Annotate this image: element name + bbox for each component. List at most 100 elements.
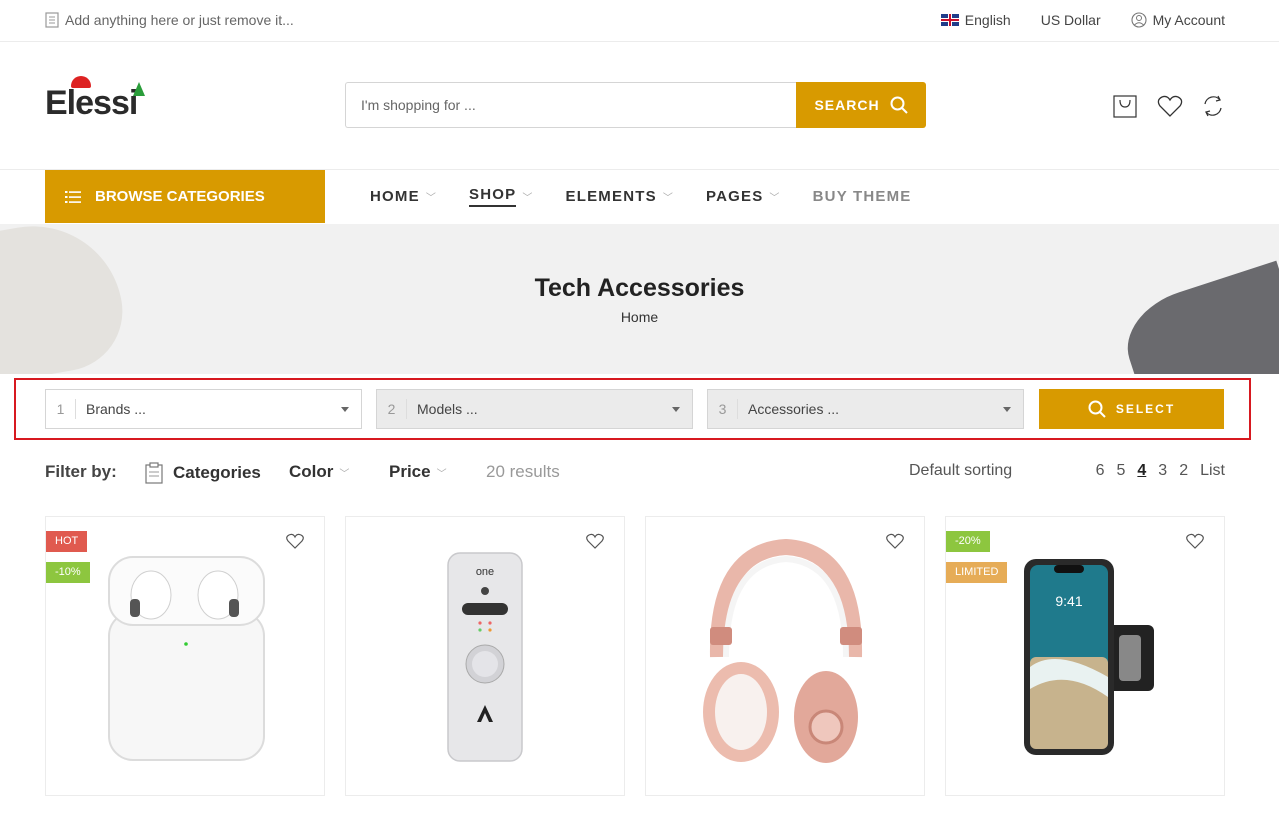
accessories-select-value: Accessories ... bbox=[748, 401, 840, 417]
nav-item-home[interactable]: HOME ﹀ bbox=[370, 188, 437, 205]
columns-option[interactable]: 6 bbox=[1096, 462, 1105, 480]
currency-switcher[interactable]: US Dollar bbox=[1041, 12, 1101, 28]
heart-icon[interactable] bbox=[586, 533, 604, 549]
select-button[interactable]: SELECT bbox=[1039, 389, 1224, 429]
chevron-down-icon: ﹀ bbox=[436, 468, 447, 480]
cart-icon[interactable] bbox=[1113, 94, 1137, 118]
airpods-case-image[interactable] bbox=[46, 517, 326, 797]
color-filter-label: Color bbox=[289, 462, 334, 481]
nav-item-elements[interactable]: ELEMENTS ﹀ bbox=[566, 188, 674, 205]
nav-item-label: ELEMENTS bbox=[565, 188, 657, 205]
search-bar: SEARCH bbox=[345, 82, 926, 128]
nav-item-label: PAGES bbox=[706, 188, 764, 205]
nav-item-buy-theme[interactable]: BUY THEME bbox=[813, 188, 912, 205]
page-title: Tech Accessories bbox=[534, 274, 745, 302]
wishlist-icon[interactable] bbox=[1157, 94, 1183, 118]
browse-categories-label: BROWSE CATEGORIES bbox=[95, 188, 265, 205]
categories-filter[interactable]: Categories bbox=[145, 462, 261, 484]
logo-text: Elessi bbox=[45, 84, 138, 122]
top-bar: Add anything here or just remove it... E… bbox=[0, 0, 1279, 42]
browse-categories-button[interactable]: BROWSE CATEGORIES bbox=[45, 170, 325, 223]
main-nav: BROWSE CATEGORIES HOME ﹀ SHOP ﹀ ELEMENTS ﹀ … bbox=[0, 170, 1279, 224]
svg-text:9:41: 9:41 bbox=[1055, 593, 1082, 609]
my-account-label: My Account bbox=[1152, 12, 1225, 28]
search-input[interactable] bbox=[345, 82, 796, 128]
accessories-select[interactable]: 3 Accessories ... bbox=[707, 389, 1024, 429]
brands-select[interactable]: 1 Brands ... bbox=[45, 389, 362, 429]
page-banner: Tech Accessories Home bbox=[0, 224, 1279, 374]
nav-item-shop[interactable]: SHOP ﹀ bbox=[469, 186, 534, 207]
nav-item-pages[interactable]: PAGES ﹀ bbox=[706, 188, 781, 205]
columns-option[interactable]: 5 bbox=[1116, 462, 1125, 480]
heart-icon[interactable] bbox=[886, 533, 904, 549]
menu-bar: HOME ﹀ SHOP ﹀ ELEMENTS ﹀ PAGES ﹀ BUY THEME bbox=[370, 170, 912, 223]
columns-option-active[interactable]: 4 bbox=[1137, 462, 1146, 480]
tree-icon bbox=[133, 82, 146, 96]
clipboard-icon bbox=[145, 462, 163, 484]
step-number: 3 bbox=[708, 399, 738, 419]
santa-hat-icon bbox=[71, 76, 91, 88]
columns-option[interactable]: 3 bbox=[1158, 462, 1167, 480]
document-icon bbox=[45, 12, 59, 28]
promo-text-container: Add anything here or just remove it... bbox=[45, 12, 294, 28]
chevron-down-icon: ﹀ bbox=[425, 193, 438, 204]
language-switcher[interactable]: English bbox=[940, 12, 1011, 28]
chevron-down-icon: ﹀ bbox=[769, 193, 781, 204]
list-icon bbox=[65, 190, 81, 203]
caret-down-icon bbox=[341, 406, 349, 412]
site-logo[interactable]: Elessi bbox=[45, 76, 146, 123]
nav-item-label: BUY THEME bbox=[812, 188, 912, 205]
list-view-option[interactable]: List bbox=[1200, 462, 1225, 480]
site-header: Elessi SEARCH bbox=[0, 42, 1279, 170]
caret-down-icon bbox=[1003, 406, 1011, 412]
filter-bar: Filter by: Categories Color ﹀ Price ﹀ 20… bbox=[45, 460, 1225, 484]
chevron-down-icon: ﹀ bbox=[339, 468, 350, 480]
language-label: English bbox=[964, 12, 1011, 28]
heart-icon[interactable] bbox=[1186, 533, 1204, 549]
svg-text:one: one bbox=[476, 566, 494, 578]
headphones-image[interactable] bbox=[646, 517, 926, 797]
uk-flag-icon bbox=[940, 14, 959, 26]
caret-down-icon bbox=[672, 406, 680, 412]
promo-text: Add anything here or just remove it... bbox=[65, 12, 294, 28]
product-card[interactable] bbox=[645, 516, 925, 796]
user-icon bbox=[1131, 12, 1147, 28]
discount-badge: -20% bbox=[946, 531, 990, 552]
price-filter[interactable]: Price ﹀ bbox=[389, 462, 447, 482]
search-button[interactable]: SEARCH bbox=[796, 82, 926, 128]
chevron-down-icon: ﹀ bbox=[662, 193, 675, 204]
nav-item-label: SHOP bbox=[469, 186, 517, 207]
product-card[interactable]: 9:41 -20% LIMITED bbox=[945, 516, 1225, 796]
color-filter[interactable]: Color ﹀ bbox=[289, 462, 349, 482]
filter-label: Filter by: bbox=[45, 462, 117, 481]
product-finder: 1 Brands ... 2 Models ... 3 Accessories … bbox=[14, 378, 1251, 440]
search-icon bbox=[1088, 400, 1106, 418]
discount-badge: -10% bbox=[46, 562, 90, 583]
iphone-armband-image[interactable]: 9:41 bbox=[946, 517, 1226, 797]
results-count: 20 results bbox=[486, 462, 560, 481]
select-button-label: SELECT bbox=[1115, 402, 1176, 416]
my-account-link[interactable]: My Account bbox=[1131, 12, 1225, 28]
breadcrumb-home[interactable]: Home bbox=[0, 309, 1279, 325]
sorting-select[interactable]: Default sorting bbox=[909, 462, 1012, 480]
compare-icon[interactable] bbox=[1201, 94, 1225, 118]
columns-option[interactable]: 2 bbox=[1179, 462, 1188, 480]
categories-filter-label: Categories bbox=[173, 463, 261, 482]
limited-badge: LIMITED bbox=[946, 562, 1008, 583]
search-icon bbox=[890, 96, 908, 114]
step-number: 1 bbox=[46, 399, 76, 419]
models-select-value: Models ... bbox=[417, 401, 478, 417]
heart-icon[interactable] bbox=[286, 533, 304, 549]
header-icons bbox=[1113, 94, 1225, 118]
audio-interface-image[interactable]: one bbox=[346, 517, 626, 797]
product-card[interactable]: one bbox=[345, 516, 625, 796]
column-switcher: 6 5 4 3 2 List bbox=[1096, 462, 1225, 480]
product-card[interactable]: HOT -10% bbox=[45, 516, 325, 796]
chevron-down-icon: ﹀ bbox=[522, 193, 534, 204]
models-select[interactable]: 2 Models ... bbox=[376, 389, 693, 429]
nav-item-label: HOME bbox=[370, 188, 420, 205]
step-number: 2 bbox=[377, 399, 407, 419]
price-filter-label: Price bbox=[389, 462, 431, 481]
search-button-label: SEARCH bbox=[814, 97, 880, 113]
brands-select-value: Brands ... bbox=[86, 401, 146, 417]
